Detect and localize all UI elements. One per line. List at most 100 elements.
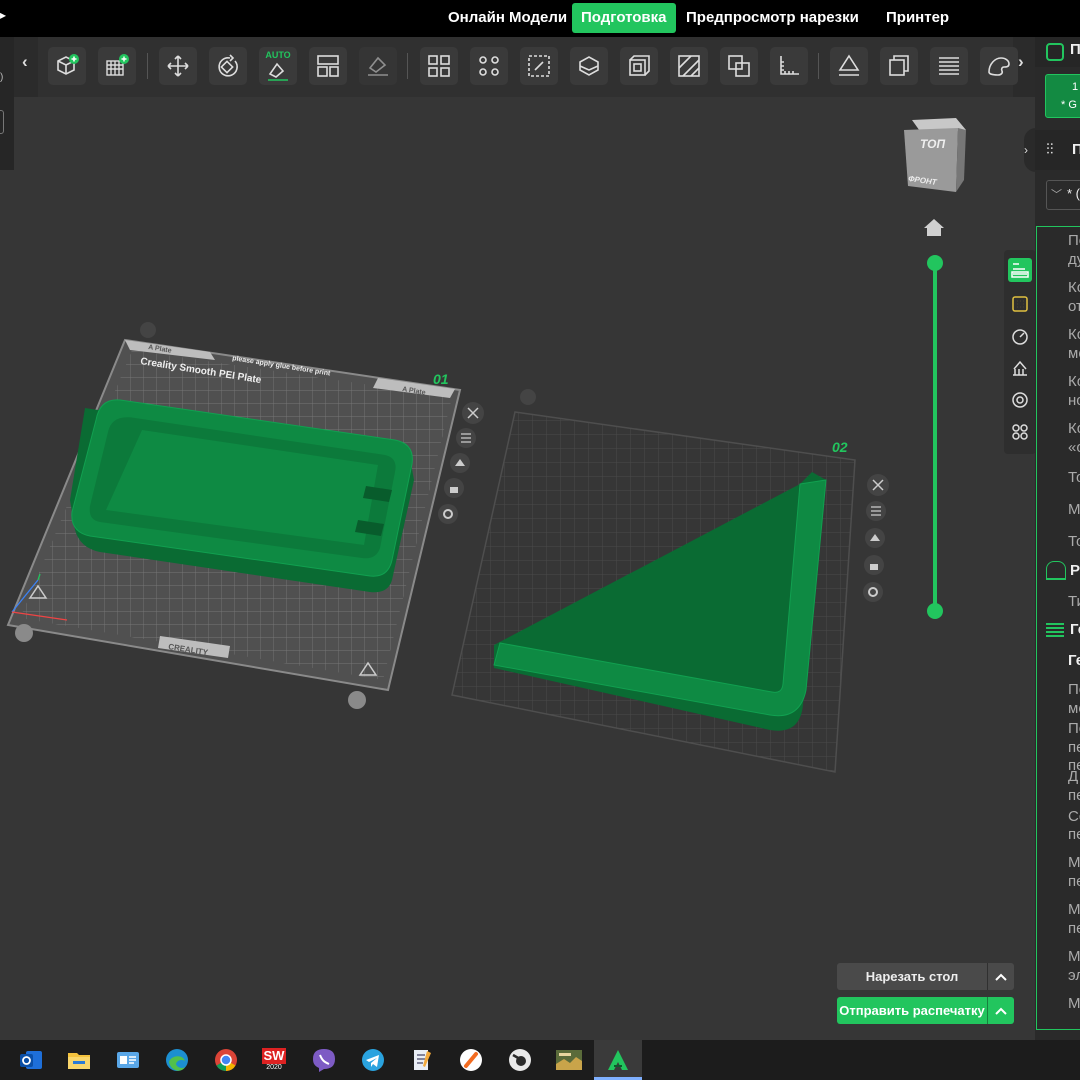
setting-row: ду: [1068, 251, 1080, 268]
support-section-icon: [1046, 561, 1066, 580]
rotate-icon[interactable]: [209, 47, 247, 85]
tab-slice-preview[interactable]: Предпросмотр нарезки: [686, 3, 859, 33]
explorer-icon[interactable]: [64, 1045, 94, 1075]
layer-slider[interactable]: [927, 255, 943, 619]
creality-print-taskbar-item[interactable]: [594, 1040, 642, 1080]
toolbar-divider: [147, 53, 148, 79]
setting-row: То: [1068, 469, 1080, 486]
printer-icon: [1046, 43, 1064, 61]
multimaterial-category-icon[interactable]: [1008, 388, 1032, 412]
general-section-icon: [1046, 623, 1064, 637]
support-paint-icon[interactable]: [670, 47, 708, 85]
tab-prepare[interactable]: Подготовка: [572, 3, 676, 33]
setting-row: М: [1068, 901, 1080, 918]
layers-icon[interactable]: [930, 47, 968, 85]
setting-row: Сс: [1068, 808, 1080, 825]
send-print-label: Отправить распечатку: [839, 1003, 985, 1018]
process-profile-value: * (: [1067, 186, 1080, 201]
arrange-icon[interactable]: [309, 47, 347, 85]
process-profile-select[interactable]: ﹀ * (: [1046, 180, 1080, 210]
split-objects-icon[interactable]: [420, 47, 458, 85]
paint-icon[interactable]: [359, 47, 397, 85]
tab-online-models[interactable]: Онлайн Модели: [448, 3, 567, 33]
viber-icon[interactable]: [309, 1045, 339, 1075]
toolbar-divider: [407, 53, 408, 79]
app-orange-icon[interactable]: [456, 1045, 486, 1075]
emboss-icon[interactable]: [830, 47, 868, 85]
toolbar-divider: [818, 53, 819, 79]
section-general-title: Ге: [1070, 621, 1080, 638]
setting-row: пе: [1068, 826, 1080, 843]
process-section-title: П: [1072, 141, 1080, 158]
chrome-icon[interactable]: [211, 1045, 241, 1075]
control-panel-icon[interactable]: [113, 1045, 143, 1075]
setting-row: Ко: [1068, 373, 1080, 390]
toolbar-scroll-right-icon[interactable]: ›: [1018, 52, 1024, 72]
add-plate-icon[interactable]: [98, 47, 136, 85]
game-icon[interactable]: [554, 1045, 584, 1075]
auto-orient-button[interactable]: AUTO: [259, 47, 297, 85]
plate-filament-line1: 1: [1072, 81, 1079, 93]
slice-plate-button[interactable]: Нарезать стол: [837, 963, 1014, 990]
setting-row: По: [1068, 232, 1080, 249]
plate-2-controls[interactable]: [863, 474, 889, 602]
subsection-general: Ге: [1068, 652, 1080, 669]
setting-row: М: [1068, 501, 1080, 518]
view-cube-top: ТОП: [920, 137, 946, 151]
assembly-icon[interactable]: [880, 47, 918, 85]
strength-category-icon[interactable]: [1008, 292, 1032, 316]
app-blender-icon[interactable]: [505, 1045, 535, 1075]
printer-section-title: П: [1070, 41, 1080, 58]
setting-row: М: [1068, 995, 1080, 1012]
plate-1-settings-icon[interactable]: [438, 504, 458, 524]
setting-row: Ко: [1068, 420, 1080, 437]
scale-icon[interactable]: [520, 47, 558, 85]
others-category-icon[interactable]: [1008, 420, 1032, 444]
notepad-icon[interactable]: [407, 1045, 437, 1075]
setting-row: эл: [1068, 967, 1080, 984]
wifi-icon[interactable]: ): [0, 72, 3, 83]
quality-category-icon[interactable]: [1008, 258, 1032, 282]
plate-filament-button[interactable]: 1 * G: [1045, 74, 1080, 118]
toolbar-scroll-left-icon[interactable]: ‹: [22, 52, 28, 72]
send-options-chevron-icon[interactable]: [987, 997, 1014, 1024]
split-parts-icon[interactable]: [470, 47, 508, 85]
setting-row: пе: [1068, 787, 1080, 804]
edge-icon[interactable]: [162, 1045, 192, 1075]
plate-1-edit-icon[interactable]: [140, 322, 156, 338]
setting-row: Ко: [1068, 326, 1080, 343]
support-category-icon[interactable]: [1008, 356, 1032, 380]
cut-icon[interactable]: [570, 47, 608, 85]
send-print-button[interactable]: Отправить распечатку: [837, 997, 1014, 1024]
speed-category-icon[interactable]: [1008, 324, 1032, 348]
menu-arrow-icon[interactable]: ▸: [0, 8, 6, 22]
boolean-icon[interactable]: [720, 47, 758, 85]
plate-2-edit-icon[interactable]: [520, 389, 536, 405]
move-icon[interactable]: [159, 47, 197, 85]
telegram-icon[interactable]: [358, 1045, 388, 1075]
measure-icon[interactable]: [770, 47, 808, 85]
tab-printer[interactable]: Принтер: [886, 3, 949, 33]
setting-row: Д: [1068, 768, 1079, 785]
chevron-down-icon: ﹀: [1051, 189, 1062, 201]
outlook-icon[interactable]: [16, 1045, 46, 1075]
setting-row: По: [1068, 681, 1080, 698]
setting-row: мо: [1068, 700, 1080, 717]
3d-viewport[interactable]: Creality Smooth PEI Plate please apply g…: [0, 97, 1000, 1040]
section-support-title: Р: [1070, 562, 1080, 579]
hollow-icon[interactable]: [620, 47, 658, 85]
setting-row: По: [1068, 720, 1080, 737]
home-view-icon[interactable]: [924, 219, 944, 236]
layer-slider-top-handle[interactable]: [927, 255, 943, 271]
plate-2-number: 02: [832, 439, 848, 455]
plate-2-settings-icon[interactable]: [863, 582, 883, 602]
setting-row: пе: [1068, 873, 1080, 890]
setting-row: пе: [1068, 739, 1080, 756]
setting-row: М: [1068, 948, 1080, 965]
add-model-icon[interactable]: [48, 47, 86, 85]
setting-row: Ко: [1068, 279, 1080, 296]
layer-slider-bottom-handle[interactable]: [927, 603, 943, 619]
color-paint-icon[interactable]: [980, 47, 1018, 85]
solidworks-icon[interactable]: SW 2020: [259, 1045, 289, 1075]
slice-options-chevron-icon[interactable]: [987, 963, 1014, 990]
